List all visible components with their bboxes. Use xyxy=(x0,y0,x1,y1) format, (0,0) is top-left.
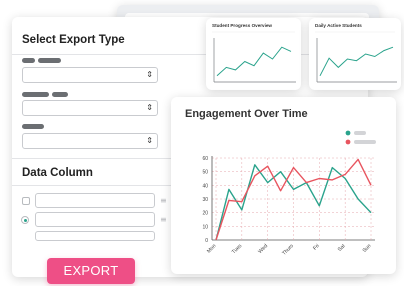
column-checkbox[interactable] xyxy=(22,197,30,205)
legend-swatch-red xyxy=(345,139,351,145)
mini-chart-title: Daily Active Students xyxy=(315,23,362,28)
legend xyxy=(345,130,376,145)
export-button[interactable]: EXPORT xyxy=(47,258,135,284)
field-label-placeholder xyxy=(22,92,49,97)
field-label-placeholder xyxy=(22,58,35,63)
format-select[interactable]: ⇕ xyxy=(22,100,158,116)
drag-handle-icon[interactable]: ≡ xyxy=(160,216,167,224)
x-tick-label: Thurs xyxy=(281,243,295,257)
column-radio-selected[interactable] xyxy=(21,216,29,224)
daily-active-card: Daily Active Students xyxy=(309,18,401,90)
y-tick-label: 10 xyxy=(202,224,208,230)
y-tick-label: 60 xyxy=(202,156,208,162)
legend-label-placeholder xyxy=(354,140,376,144)
progress-line xyxy=(216,46,292,77)
column-name-field[interactable] xyxy=(35,231,155,241)
legend-label-placeholder xyxy=(354,131,366,135)
y-tick-label: 50 xyxy=(202,170,208,176)
engagement-chart-card: Engagement Over Time 0 10 20 30 40 50 60 Mon Tu… xyxy=(171,97,396,274)
x-tick-label: Mon xyxy=(206,243,217,254)
dropdown-arrow-icon: ⇕ xyxy=(146,136,153,145)
column-name-field[interactable] xyxy=(35,193,155,208)
radio-dot xyxy=(23,218,27,222)
x-tick-label: Wed xyxy=(257,243,269,255)
active-students-line xyxy=(319,46,394,77)
mini-chart-title: Student Progress Overview xyxy=(212,23,272,28)
dropdown-arrow-icon: ⇕ xyxy=(146,70,153,79)
field-label-placeholder xyxy=(52,92,68,97)
drag-handle-icon[interactable]: ≡ xyxy=(160,197,167,205)
column-name-field[interactable] xyxy=(35,212,155,227)
y-tick-label: 0 xyxy=(205,238,208,244)
data-column-title: Data Column xyxy=(22,167,93,179)
x-tick-label: Sat xyxy=(337,243,347,253)
range-select[interactable]: ⇕ xyxy=(22,133,158,149)
field-label-placeholder xyxy=(22,124,44,129)
engagement-chart: 0 10 20 30 40 50 60 Mon Tues Wed Thurs Fri Sat Sun xyxy=(202,130,376,257)
y-tick-label: 20 xyxy=(202,211,208,217)
export-type-select[interactable]: ⇕ xyxy=(22,67,158,83)
x-tick-label: Tues xyxy=(231,243,244,256)
daily-active-chart xyxy=(315,31,397,83)
x-tick-label: Fri xyxy=(312,243,321,252)
dropdown-arrow-icon: ⇕ xyxy=(146,103,153,112)
select-export-type-title: Select Export Type xyxy=(22,34,125,46)
legend-swatch-teal xyxy=(345,130,351,136)
student-progress-chart xyxy=(212,31,296,83)
y-tick-label: 30 xyxy=(202,197,208,203)
y-tick-label: 40 xyxy=(202,183,208,189)
field-label-placeholder xyxy=(38,58,61,63)
student-progress-card: Student Progress Overview xyxy=(206,18,301,90)
x-tick-label: Sun xyxy=(362,243,373,254)
